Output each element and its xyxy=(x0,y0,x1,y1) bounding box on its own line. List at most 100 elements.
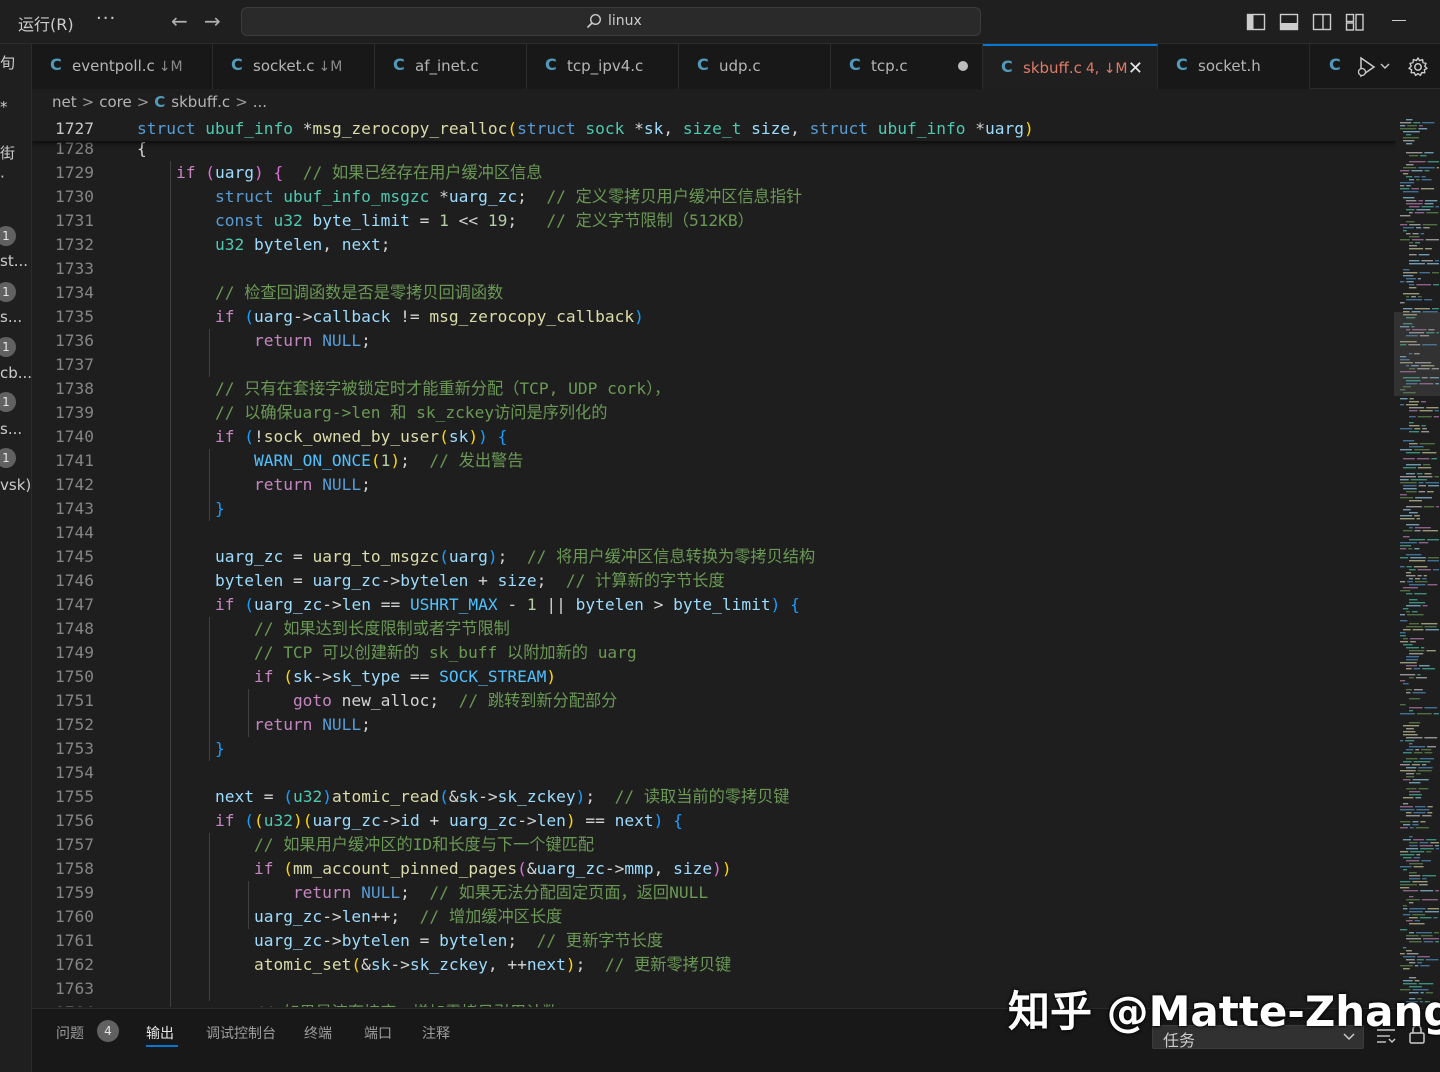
panel-tab-1[interactable]: 输出 xyxy=(146,1023,174,1043)
panel-tab-4[interactable]: 端口 xyxy=(364,1023,392,1043)
minimap-stroke xyxy=(1422,428,1427,430)
minimap-stroke xyxy=(1400,635,1406,637)
breadcrumb-item-core[interactable]: core xyxy=(99,93,132,111)
minimap-stroke xyxy=(1415,827,1429,829)
tab-tcp-c[interactable]: Ctcp.c xyxy=(831,44,983,89)
code-line[interactable]: 1759 return NULL; // 如果无法分配固定页面，返回NULL xyxy=(32,881,1396,905)
minimap-stroke xyxy=(1427,746,1436,748)
minimap-stroke xyxy=(1409,602,1426,604)
code-line[interactable]: 1748 // 如果达到长度限制或者字节限制 xyxy=(32,617,1396,641)
code-token: new_alloc; xyxy=(331,691,459,710)
panel-tab-5[interactable]: 注释 xyxy=(422,1023,450,1043)
breadcrumb-item-file[interactable]: skbuff.c xyxy=(171,93,230,111)
minimap-stroke xyxy=(1403,272,1418,274)
code-token: // 以确保uarg->len 和 sk_zckey访问是序列化的 xyxy=(214,403,608,422)
code-line[interactable]: 1738 // 只有在套接字被锁定时才能重新分配（TCP, UDP cork）， xyxy=(32,377,1396,401)
code-line[interactable]: 1741 WARN_ON_ONCE(1); // 发出警告 xyxy=(32,449,1396,473)
minimap-slider[interactable] xyxy=(1394,312,1440,396)
line-number: 1737 xyxy=(55,355,94,374)
code-token: ( xyxy=(351,955,362,974)
minimap-stroke xyxy=(1422,605,1428,607)
code-line[interactable]: 1761 uarg_zc->bytelen = bytelen; // 更新字节… xyxy=(32,929,1396,953)
code-line[interactable]: 1736 return NULL; xyxy=(32,329,1396,353)
code-line[interactable]: 1758 if (mm_account_pinned_pages(&uarg_z… xyxy=(32,857,1396,881)
tab-overflow-c-file-icon[interactable]: C xyxy=(1329,55,1341,74)
code-line[interactable]: 1733 xyxy=(32,257,1396,281)
minimap-stroke xyxy=(1400,821,1411,823)
minimap-stroke xyxy=(1403,269,1410,271)
minimap-stroke xyxy=(1417,416,1432,418)
code-line[interactable]: 1743 } xyxy=(32,497,1396,521)
tab-af-inet-c[interactable]: Caf_inet.c xyxy=(375,44,527,89)
code-token: ) xyxy=(390,451,401,470)
forward-arrow-icon[interactable]: → xyxy=(204,9,221,33)
panel-tab-0[interactable]: 问题 xyxy=(56,1023,84,1043)
code-line[interactable]: 1760 uarg_zc->len++; // 增加缓冲区长度 xyxy=(32,905,1396,929)
code-line[interactable]: 1729 if (uarg) { // 如果已经存在用户缓冲区信息 xyxy=(32,161,1396,185)
code-line[interactable]: 1730 struct ubuf_info_msgzc *uarg_zc; //… xyxy=(32,185,1396,209)
code-line[interactable]: 1750 if (sk->sk_type == SOCK_STREAM) xyxy=(32,665,1396,689)
tab-eventpoll-c[interactable]: Ceventpoll.c ↓M xyxy=(32,44,213,89)
tab-skbuff-c[interactable]: Cskbuff.c 4, ↓M ✕ xyxy=(983,44,1158,89)
code-token: ; xyxy=(380,235,391,254)
toggle-panel-icon[interactable] xyxy=(1279,12,1299,32)
tab-label: socket.h xyxy=(1198,57,1261,75)
minimap-stroke xyxy=(1403,137,1419,139)
breadcrumb-item-symbol[interactable]: ... xyxy=(253,93,267,111)
code-line[interactable]: 1747 if (uarg_zc->len == USHRT_MAX - 1 |… xyxy=(32,593,1396,617)
tab-socket-c[interactable]: Csocket.c ↓M xyxy=(213,44,375,89)
code-line[interactable]: 1737 xyxy=(32,353,1396,377)
code-line[interactable]: 1746 bytelen = uarg_zc->bytelen + size; … xyxy=(32,569,1396,593)
code-line[interactable]: 1762 atomic_set(&sk->sk_zckey, ++next); … xyxy=(32,953,1396,977)
tab-tcp-ipv4-c[interactable]: Ctcp_ipv4.c xyxy=(527,44,679,89)
menu-run[interactable]: 运行(R) xyxy=(18,11,74,35)
code-line[interactable]: 1734 // 检查回调函数是否是零拷贝回调函数 xyxy=(32,281,1396,305)
code-line[interactable]: 1753 } xyxy=(32,737,1396,761)
minimap-stroke xyxy=(1414,593,1427,595)
toggle-secondary-sidebar-icon[interactable] xyxy=(1312,12,1332,32)
toggle-primary-sidebar-icon[interactable] xyxy=(1246,12,1266,32)
code-line[interactable]: 1732 u32 bytelen, next; xyxy=(32,233,1396,257)
unsaved-dot-icon[interactable] xyxy=(958,61,968,71)
panel-tab-3[interactable]: 终端 xyxy=(304,1023,332,1043)
minimap[interactable] xyxy=(1396,117,1440,1007)
minimap-stroke xyxy=(1400,188,1410,190)
code-line[interactable]: 1731 const u32 byte_limit = 1 << 19; // … xyxy=(32,209,1396,233)
code-line[interactable]: 1757 // 如果用户缓冲区的ID和长度与下一个键匹配 xyxy=(32,833,1396,857)
code-line[interactable]: 1749 // TCP 可以创建新的 sk_buff 以附加新的 uarg xyxy=(32,641,1396,665)
customize-layout-icon[interactable] xyxy=(1345,12,1365,32)
command-center-search[interactable]: linux xyxy=(241,7,981,36)
code-line[interactable]: 1755 next = (u32)atomic_read(&sk->sk_zck… xyxy=(32,785,1396,809)
run-debug-icon[interactable] xyxy=(1356,56,1390,78)
close-icon[interactable]: ✕ xyxy=(1128,58,1143,79)
minimap-stroke xyxy=(1421,401,1427,403)
code-line[interactable]: 1754 xyxy=(32,761,1396,785)
minimap-stroke xyxy=(1409,539,1426,541)
tab-udp-c[interactable]: Cudp.c xyxy=(679,44,831,89)
minimize-window-button[interactable] xyxy=(1392,20,1406,21)
tab-socket-h[interactable]: Csocket.h xyxy=(1158,44,1310,89)
code-line[interactable]: 1752 return NULL; xyxy=(32,713,1396,737)
code-line[interactable]: 1751 goto new_alloc; // 跳转到新分配部分 xyxy=(32,689,1396,713)
back-arrow-icon[interactable]: ← xyxy=(171,9,188,33)
menu-more-button[interactable]: ··· xyxy=(96,8,116,29)
code-token: , xyxy=(653,859,674,878)
code-line[interactable]: 1744 xyxy=(32,521,1396,545)
panel-tab-2[interactable]: 调试控制台 xyxy=(206,1023,276,1043)
minimap-stroke xyxy=(1418,482,1424,484)
sidebar-fragment-text: · xyxy=(0,168,5,186)
code-line[interactable]: 1745 uarg_zc = uarg_to_msgzc(uarg); // 将… xyxy=(32,545,1396,569)
code-line[interactable]: 1740 if (!sock_owned_by_user(sk)) { xyxy=(32,425,1396,449)
code-text: // 如果用户缓冲区的ID和长度与下一个键匹配 xyxy=(137,833,594,857)
code-line[interactable]: 1735 if (uarg->callback != msg_zerocopy_… xyxy=(32,305,1396,329)
code-line[interactable]: 1739 // 以确保uarg->len 和 sk_zckey访问是序列化的 xyxy=(32,401,1396,425)
minimap-stroke xyxy=(1423,464,1431,466)
code-line[interactable]: 1742 return NULL; xyxy=(32,473,1396,497)
code-editor[interactable]: 1727 struct ubuf_info *msg_zerocopy_reall… xyxy=(32,117,1396,1007)
breadcrumb-item-net[interactable]: net xyxy=(52,93,77,111)
gear-icon[interactable] xyxy=(1407,56,1429,78)
code-token: // 定义零拷贝用户缓冲区信息指针 xyxy=(546,187,803,206)
code-line[interactable]: 1756 if ((u32)(uarg_zc->id + uarg_zc->le… xyxy=(32,809,1396,833)
sticky-scroll-line[interactable]: 1727 struct ubuf_info *msg_zerocopy_reall… xyxy=(32,117,1396,141)
